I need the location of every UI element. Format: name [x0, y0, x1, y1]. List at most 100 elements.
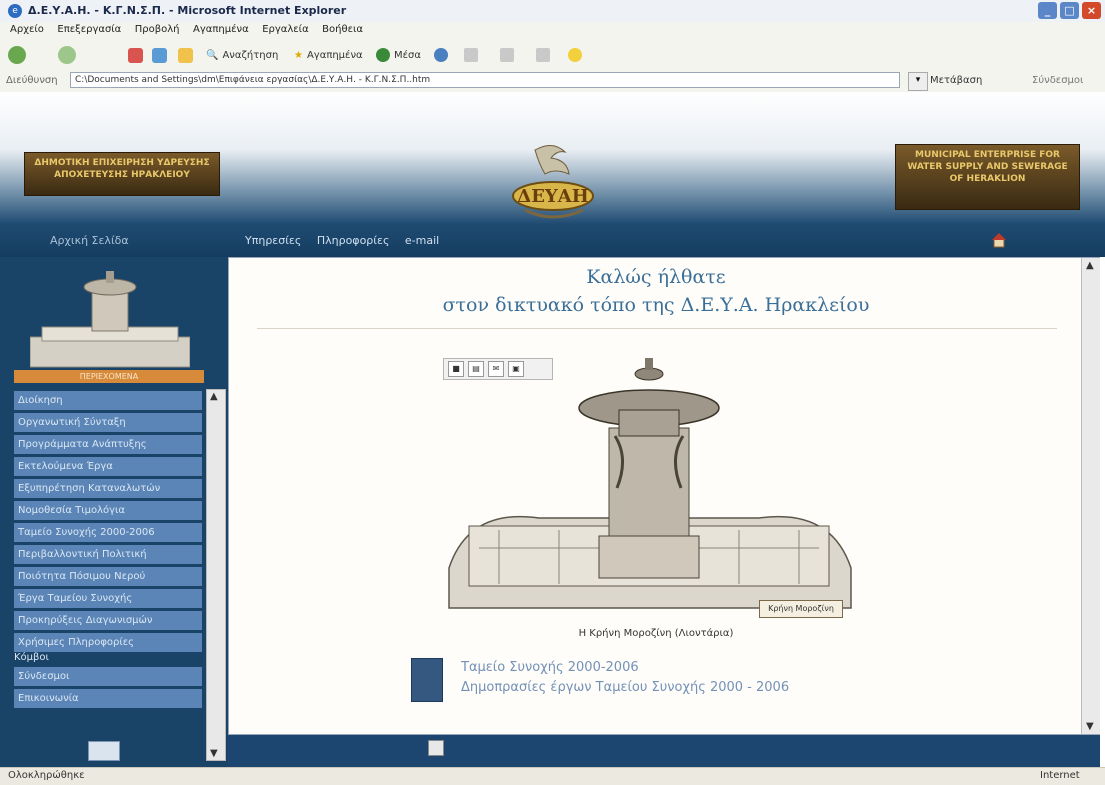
back-arrow-icon — [8, 46, 26, 64]
sidebar-item-legislation[interactable]: Νομοθεσία Τιμολόγια — [14, 501, 202, 520]
center-logo-text: ΔΕΥΑΗ — [517, 186, 589, 207]
forward-arrow-icon — [58, 46, 76, 64]
home-page-link[interactable]: Αρχική Σελίδα — [50, 234, 129, 247]
search-label: Αναζήτηση — [222, 49, 279, 61]
cohesion-fund-tenders-link[interactable]: Δημοπρασίες έργων Ταμείου Συνοχής 2000 -… — [461, 680, 789, 695]
menu-view[interactable]: Προβολή — [135, 24, 180, 35]
sidebar-menu-header: ΠΕΡΙΕΧΟΜΕΝΑ — [14, 370, 204, 383]
status-text: Ολοκληρώθηκε — [8, 770, 85, 781]
sidebar-item-cohesion-fund[interactable]: Ταμείο Συνοχής 2000-2006 — [14, 523, 202, 542]
left-sidebar: ΠΕΡΙΕΧΟΜΕΝΑ Διοίκηση Οργανωτική Σύνταξη … — [0, 257, 228, 767]
mail-icon — [464, 48, 478, 62]
main-scroll-down-icon[interactable]: ▼ — [1086, 721, 1094, 732]
sidebar-item-customer-service[interactable]: Εξυπηρέτηση Καταναλωτών — [14, 479, 202, 498]
nav-email[interactable]: e-mail — [405, 234, 439, 247]
main-scroll-up-icon[interactable]: ▲ — [1086, 260, 1094, 271]
menu-help[interactable]: Βοήθεια — [322, 24, 363, 35]
media-button[interactable]: Μέσα — [376, 45, 421, 65]
window-titlebar: e Δ.Ε.Υ.Α.Η. - Κ.Γ.Ν.Σ.Π. - Microsoft In… — [0, 0, 1105, 23]
ie-icon: e — [8, 4, 22, 18]
nav-services[interactable]: Υπηρεσίες — [245, 234, 301, 247]
sidebar-menu-title: ΠΕΡΙΕΧΟΜΕΝΑ — [79, 372, 139, 381]
image-label: Κρήνη Μοροζίνη — [759, 600, 843, 618]
sidebar-item-administration[interactable]: Διοίκηση — [14, 391, 202, 410]
menu-favorites[interactable]: Αγαπημένα — [193, 24, 249, 35]
messenger-icon — [568, 48, 582, 62]
address-dropdown-button[interactable]: ▾ — [908, 72, 928, 91]
status-bar: Ολοκληρώθηκε Internet — [0, 767, 1105, 785]
site-logo-left[interactable]: ΔΗΜΟΤΙΚΗ ΕΠΙΧΕΙΡΗΣΗ ΥΔΡΕΥΣΗΣ ΑΠΟΧΕΤΕΥΣΗΣ… — [24, 152, 220, 196]
main-footer-bar — [228, 735, 1100, 767]
sidebar-item-water-quality[interactable]: Ποιότητα Πόσιμου Νερού — [14, 567, 202, 586]
back-button[interactable] — [8, 45, 26, 65]
sidebar-item-organization[interactable]: Οργανωτική Σύνταξη — [14, 413, 202, 432]
go-button[interactable]: Μετάβαση — [930, 75, 982, 86]
sidebar-item-programs[interactable]: Προγράμματα Ανάπτυξης — [14, 435, 202, 454]
stop-button[interactable] — [128, 45, 143, 65]
sidebar-link-links[interactable]: Σύνδεσμοι — [14, 667, 202, 686]
site-header: ΔΗΜΟΤΙΚΗ ΕΠΙΧΕΙΡΗΣΗ ΥΔΡΕΥΣΗΣ ΑΠΟΧΕΤΕΥΣΗΣ… — [0, 92, 1105, 257]
cohesion-fund-icon[interactable] — [411, 658, 443, 702]
edit-button[interactable] — [536, 45, 550, 65]
main-content: Καλώς ήλθατε στον δικτυακό τόπο της Δ.Ε.… — [228, 257, 1100, 735]
search-button[interactable]: 🔍 Αναζήτηση — [206, 45, 278, 65]
sidebar-scrollbar[interactable]: ▲ ▼ — [206, 389, 226, 761]
sidebar-bottom-thumbnail[interactable] — [88, 741, 120, 761]
print-button[interactable] — [500, 45, 514, 65]
deyah-logo-icon: ΔΕΥΑΗ — [512, 145, 594, 219]
status-zone: Internet — [1040, 770, 1080, 781]
menu-file[interactable]: Αρχείο — [10, 24, 44, 35]
search-icon: 🔍 — [206, 49, 219, 61]
address-label: Διεύθυνση — [6, 75, 58, 86]
main-scrollbar[interactable]: ▲ ▼ — [1081, 258, 1100, 734]
menu-tools[interactable]: Εργαλεία — [262, 24, 308, 35]
scroll-up-icon[interactable]: ▲ — [210, 391, 218, 402]
stop-icon — [128, 47, 143, 63]
links-label[interactable]: Σύνδεσμοι — [1032, 75, 1083, 86]
refresh-icon — [152, 47, 167, 63]
favorites-button[interactable]: ★ Αγαπημένα — [294, 45, 363, 65]
deyah-logo[interactable]: ΔΕΥΑΗ — [495, 140, 610, 230]
site-logo-right[interactable]: MUNICIPAL ENTERPRISE FOR WATER SUPPLY AN… — [895, 144, 1080, 210]
maximize-button[interactable]: □ — [1060, 2, 1079, 19]
messenger-button[interactable] — [568, 45, 582, 65]
cohesion-fund-link[interactable]: Ταμείο Συνοχής 2000-2006 — [461, 660, 639, 675]
sidebar-link-contact[interactable]: Επικοινωνία — [14, 689, 202, 708]
divider — [257, 328, 1057, 329]
close-button[interactable]: × — [1082, 2, 1101, 19]
welcome-subheading: στον δικτυακό τόπο της Δ.Ε.Υ.Α. Ηρακλείο… — [442, 294, 870, 316]
mail-button[interactable] — [464, 45, 478, 65]
menu-edit[interactable]: Επεξεργασία — [57, 24, 121, 35]
image-toolbar: ■ ▤ ✉ ▣ — [443, 358, 553, 380]
favorites-label: Αγαπημένα — [306, 49, 363, 61]
home-button[interactable] — [178, 45, 193, 65]
mail-image-icon[interactable]: ✉ — [488, 361, 504, 377]
nav-information[interactable]: Πληροφορίες — [317, 234, 390, 247]
sidebar-item-projects[interactable]: Εκτελούμενα Έργα — [14, 457, 202, 476]
address-input[interactable] — [70, 72, 900, 88]
forward-button[interactable] — [58, 45, 76, 65]
header-home-icon[interactable] — [991, 232, 1007, 248]
sidebar-item-fund-projects[interactable]: Έργα Ταμείου Συνοχής — [14, 589, 202, 608]
minimize-button[interactable]: _ — [1038, 2, 1057, 19]
folder-image-icon[interactable]: ▣ — [508, 361, 524, 377]
print-image-icon[interactable]: ▤ — [468, 361, 484, 377]
scroll-down-icon[interactable]: ▼ — [210, 748, 218, 759]
save-image-icon[interactable]: ■ — [448, 361, 464, 377]
history-icon — [434, 48, 448, 62]
welcome-heading: Καλώς ήλθατε — [586, 266, 726, 288]
address-bar: Διεύθυνση ▾ Μετάβαση Σύνδεσμοι — [0, 70, 1105, 93]
image-caption: Η Κρήνη Μοροζίνη (Λιοντάρια) — [578, 628, 734, 639]
media-icon — [376, 48, 390, 62]
sidebar-item-tenders[interactable]: Προκηρύξεις Διαγωνισμών — [14, 611, 202, 630]
sidebar-item-environment[interactable]: Περιβαλλοντική Πολιτική — [14, 545, 202, 564]
top-nav: Υπηρεσίες Πληροφορίες e-mail — [245, 234, 451, 247]
print-icon — [500, 48, 514, 62]
window-title: Δ.Ε.Υ.Α.Η. - Κ.Γ.Ν.Σ.Π. - Microsoft Inte… — [28, 4, 347, 17]
menu-bar: Αρχείο Επεξεργασία Προβολή Αγαπημένα Εργ… — [0, 22, 1105, 41]
browser-toolbar: 🔍 Αναζήτηση ★ Αγαπημένα Μέσα — [0, 40, 1105, 71]
morosini-fountain-image — [448, 358, 852, 609]
refresh-button[interactable] — [152, 45, 167, 65]
history-button[interactable] — [434, 45, 448, 65]
footer-button[interactable] — [428, 740, 444, 756]
